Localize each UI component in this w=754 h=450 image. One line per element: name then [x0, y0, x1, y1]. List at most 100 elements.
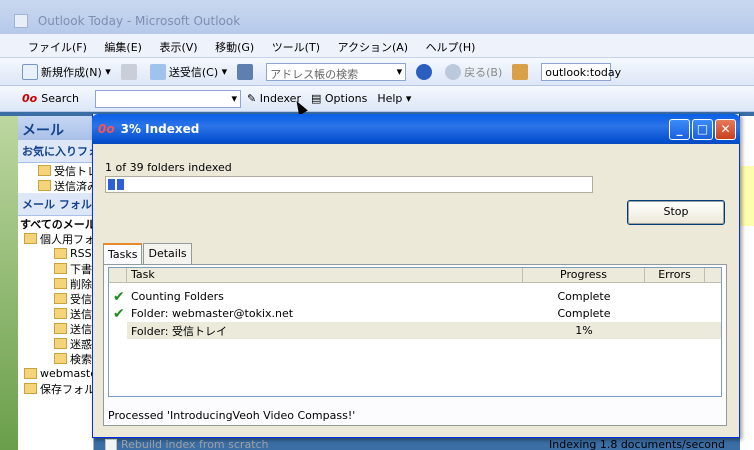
progress-block [117, 179, 124, 190]
indexer-icon: ✎ [247, 92, 257, 105]
favorite-sent[interactable]: 送信済みアイテム [18, 178, 93, 193]
processed-status: Processed 'IntroducingVeoh Video Compass… [108, 409, 356, 422]
print-icon [120, 63, 137, 80]
sent-items-icon [54, 323, 67, 334]
maximize-button[interactable]: □ [692, 118, 713, 140]
tree-archive[interactable]: 保存フォルダ [18, 381, 93, 396]
deleted-icon [54, 278, 67, 289]
menu-view[interactable]: 表示(V) [159, 41, 197, 54]
rebuild-index-checkbox[interactable]: Rebuild index from scratch [105, 438, 269, 450]
menu-help[interactable]: ヘルプ(H) [426, 41, 476, 54]
checkmark-icon: ✔ [113, 305, 125, 322]
table-row[interactable]: ✔ Counting Folders Complete [109, 288, 721, 305]
drafts-icon [54, 263, 67, 274]
tab-tasks[interactable]: Tasks [103, 243, 143, 266]
options-button[interactable]: ▤ Options [311, 92, 367, 105]
search-label-item: 0o Search [22, 92, 80, 105]
rebuild-label: Rebuild index from scratch [121, 438, 269, 450]
outlook-title-bar: Outlook Today - Microsoft Outlook [0, 0, 754, 34]
sent-icon [38, 180, 51, 191]
header-task[interactable]: Task [127, 268, 523, 282]
desktop-strip [0, 116, 18, 450]
address-book-icon [237, 63, 254, 80]
task-progress: Complete [557, 307, 611, 320]
menu-actions[interactable]: アクション(A) [338, 41, 409, 54]
task-name: Folder: 受信トレイ [131, 324, 228, 338]
new-icon [22, 63, 38, 80]
rss-icon [54, 248, 67, 259]
outbox-icon [54, 308, 67, 319]
minimize-button[interactable]: _ [669, 118, 690, 140]
new-button[interactable]: 新規作成(N) ▾ [22, 63, 111, 80]
outlook-icon [14, 14, 28, 28]
tree-item[interactable]: 下書き [18, 261, 93, 276]
app-logo-icon: 0o [98, 122, 115, 136]
tasks-panel: Task Progress Errors ✔ Counting Folders … [103, 264, 727, 426]
tree-item[interactable]: 削除済み [18, 276, 93, 291]
search-toolbar: 0o Search ✎ Indexer ▤ Options Help ▾ [0, 86, 754, 112]
table-row-current[interactable]: Folder: 受信トレイ 1% [127, 322, 721, 339]
inbox-icon [38, 165, 51, 176]
folder-icon [54, 293, 67, 304]
tree-item[interactable]: RSS [18, 246, 93, 261]
indexing-dialog: 0o 3% Indexed _ □ ✕ 1 of 39 folders inde… [92, 114, 740, 450]
tab-details[interactable]: Details [143, 243, 192, 266]
folder-icon [24, 368, 37, 379]
close-button[interactable]: ✕ [715, 118, 736, 140]
favorite-inbox[interactable]: 受信トレイ [18, 163, 93, 178]
menu-edit[interactable]: 編集(E) [104, 41, 142, 54]
tree-webmaster[interactable]: webmaster [18, 366, 93, 381]
help-menu-button[interactable]: Help ▾ [377, 92, 411, 105]
table-row[interactable]: ✔ Folder: webmaster@tokix.net Complete [109, 305, 721, 322]
help-button[interactable] [416, 63, 435, 80]
menu-bar: ファイル(F) 編集(E) 表示(V) 移動(G) ツール(T) アクション(A… [0, 34, 754, 58]
tab-strip: Tasks Details [103, 243, 193, 266]
tree-item[interactable]: 送信 [18, 321, 93, 336]
tree-personal[interactable]: 個人用フォルダ [18, 231, 93, 246]
header-errors[interactable]: Errors [645, 268, 705, 282]
back-icon [445, 63, 462, 80]
send-receive-button[interactable]: 送受信(C) ▾ [149, 63, 227, 80]
search-folder-icon [54, 353, 67, 364]
home-button[interactable] [512, 63, 531, 80]
folder-icon [24, 233, 37, 244]
tree-item[interactable]: 迷惑 [18, 336, 93, 351]
tree-item[interactable]: 送信 [18, 306, 93, 321]
search-input[interactable] [95, 89, 242, 108]
task-list: Task Progress Errors ✔ Counting Folders … [108, 267, 722, 397]
task-progress: Complete [557, 290, 611, 303]
help-icon [416, 63, 433, 80]
navigation-pane: メール お気に入りフォルダ 受信トレイ 送信済みアイテム メール フォルダ すべ… [18, 116, 94, 450]
tree-item[interactable]: 受信 [18, 291, 93, 306]
tree-item[interactable]: 検索 [18, 351, 93, 366]
junk-icon [54, 338, 67, 349]
window-controls: _ □ ✕ [667, 118, 736, 140]
checkbox-box [105, 438, 117, 450]
reading-pane-edge [740, 116, 754, 450]
send-receive-icon [149, 63, 166, 80]
checkmark-icon: ✔ [113, 288, 125, 305]
search-logo-icon: 0o [22, 92, 38, 105]
menu-tools[interactable]: ツール(T) [272, 41, 320, 54]
highlight-strip [740, 166, 754, 226]
indexing-rate: Indexing 1.8 documents/second [549, 438, 725, 450]
print-button[interactable] [120, 63, 140, 80]
web-address-field[interactable]: outlook:today [541, 62, 621, 81]
folders-indexed-status: 1 of 39 folders indexed [105, 161, 232, 174]
favorites-header[interactable]: お気に入りフォルダ [18, 140, 93, 163]
header-progress[interactable]: Progress [523, 268, 645, 282]
outlook-title: Outlook Today - Microsoft Outlook [37, 14, 241, 28]
all-mail-item[interactable]: すべてのメール [18, 216, 93, 231]
task-name: Folder: webmaster@tokix.net [131, 307, 294, 320]
back-button[interactable]: 戻る(B) [445, 63, 502, 80]
mail-folders-header[interactable]: メール フォルダ [18, 193, 93, 216]
menu-go[interactable]: 移動(G) [215, 41, 254, 54]
task-progress: 1% [575, 324, 593, 337]
stop-button[interactable]: Stop [627, 200, 725, 225]
address-book-search[interactable]: アドレス帳の検索 [266, 62, 407, 81]
dialog-body: 1 of 39 folders indexed Stop Tasks Detai… [93, 144, 739, 450]
address-book-button[interactable] [237, 63, 256, 80]
header-check [109, 268, 127, 282]
standard-toolbar: 新規作成(N) ▾ 送受信(C) ▾ アドレス帳の検索 戻る(B) outloo… [0, 58, 754, 86]
menu-file[interactable]: ファイル(F) [28, 41, 87, 54]
